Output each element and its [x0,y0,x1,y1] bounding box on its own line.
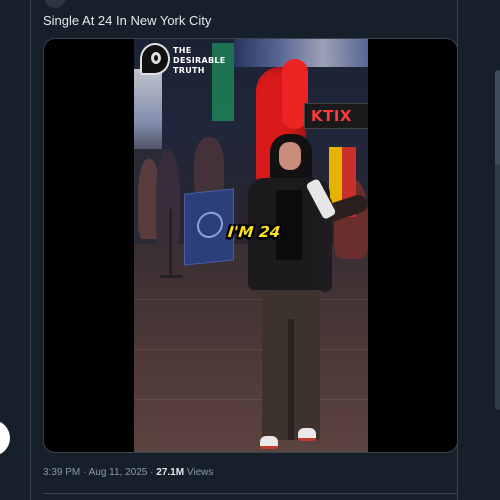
scrollbar-thumb[interactable] [495,70,500,165]
logo-line2: DESIRABLE [173,56,226,65]
tweet-date[interactable]: Aug 11, 2025 [89,467,148,478]
stanchion [169,209,172,277]
video-player[interactable]: KTIX THE DESIRABLE TRUTH I'M 24 [134,39,368,452]
barrier-seal [197,210,223,240]
crowd-person [194,137,224,197]
stanchion-base [160,275,182,278]
tkts-sign: KTIX [304,103,368,129]
tweet-text: Single At 24 In New York City [43,13,212,28]
views-count: 27.1M [156,467,185,478]
scrollbar-track[interactable] [495,70,500,410]
shoe [260,436,278,449]
desirable-truth-logo: THE DESIRABLE TRUTH [140,43,250,83]
tkts-sign-text: KTIX [311,107,353,125]
police-barrier [184,188,234,266]
logo-line1: THE [173,46,192,55]
crowd-person [156,151,180,247]
shoe [298,428,316,441]
tweet-meta: 3:39 PM · Aug 11, 2025 · 27.1M Views [43,467,213,478]
right-column [457,0,500,500]
separator: · [83,467,87,478]
divider [43,493,457,494]
logo-line3: TRUTH [173,66,205,75]
pants-gap [288,319,294,440]
media-container[interactable]: KTIX THE DESIRABLE TRUTH I'M 24 [43,38,458,453]
face [279,142,301,170]
avatar[interactable] [44,0,66,8]
logo-icon [140,43,170,75]
video-caption: I'M 24 [227,223,282,241]
separator: · [150,467,154,478]
views-label: Views [186,467,214,478]
tweet-time[interactable]: 3:39 PM [43,467,80,478]
logo-text: THE DESIRABLE TRUTH [173,46,243,76]
